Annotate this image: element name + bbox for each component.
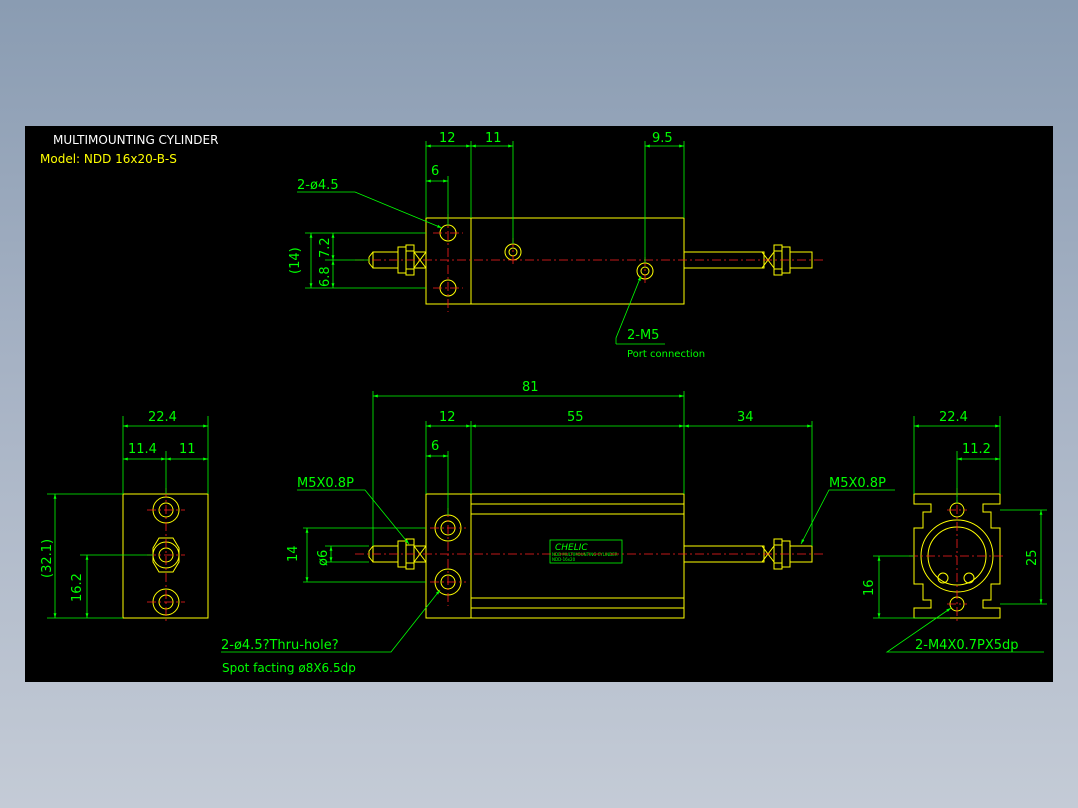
- thread-callout-left: M5X0.8P: [297, 476, 354, 491]
- dim-top-14: (14): [288, 247, 303, 274]
- left-end-view: 22.4 11.4 11 (32.1) 16.2: [40, 410, 209, 624]
- dim-front-81: 81: [522, 380, 539, 395]
- drawing-title: MULTIMOUNTING CYLINDER: [53, 133, 218, 147]
- dim-right-16: 16: [862, 579, 877, 596]
- dim-front-6: 6: [431, 439, 439, 454]
- front-view: CHELIC NDD MULTIMOUNTING CYLINDER NDD-16…: [221, 380, 895, 675]
- dim-top-6-8: 6.8: [318, 266, 333, 287]
- dim-right-22-4: 22.4: [939, 410, 968, 425]
- dim-front-12: 12: [439, 410, 456, 425]
- dim-top-6: 6: [431, 164, 439, 179]
- dim-front-phi6: ø6: [316, 550, 331, 566]
- dim-right-11-2: 11.2: [962, 442, 991, 457]
- port-callout: 2-M5: [627, 328, 659, 343]
- spot-facing-note: Spot facting ø8X6.5dp: [222, 661, 356, 675]
- dim-top-12: 12: [439, 131, 456, 146]
- top-hole-callout: 2-ø4.5: [297, 178, 339, 193]
- thread-callout-right: M5X0.8P: [829, 476, 886, 491]
- dim-left-16-2: 16.2: [70, 573, 85, 602]
- tap-callout: 2-M4X0.7PX5dp: [915, 638, 1019, 653]
- dim-top-9-5: 9.5: [652, 131, 673, 146]
- dim-top-7-2: 7.2: [318, 237, 333, 258]
- dim-top-11: 11: [485, 131, 502, 146]
- dim-left-22-4: 22.4: [148, 410, 177, 425]
- model-number: Model: NDD 16x20-B-S: [40, 152, 177, 166]
- dim-right-25: 25: [1025, 549, 1040, 566]
- dim-left-11-4: 11.4: [128, 442, 157, 457]
- dim-left-11: 11: [179, 442, 196, 457]
- cylinder-drawing: MULTIMOUNTING CYLINDER Model: NDD 16x20-…: [40, 131, 1047, 675]
- dim-front-55: 55: [567, 410, 584, 425]
- top-view: 12 11 9.5 6 (14) 7.2 6.8 2-ø4.5 2-M5 Por…: [288, 131, 825, 360]
- cad-viewport[interactable]: MULTIMOUNTING CYLINDER Model: NDD 16x20-…: [25, 126, 1053, 682]
- port-note: Port connection: [627, 349, 705, 360]
- dim-front-14: 14: [286, 545, 301, 562]
- left-end-face: [122, 493, 209, 619]
- right-end-view: 22.4 11.2 25 16 2-M4X0.7PX5dp: [862, 410, 1047, 653]
- front-hole-callout: 2-ø4.5?Thru-hole?: [221, 638, 339, 653]
- dim-front-34: 34: [737, 410, 754, 425]
- dim-left-32-1: (32.1): [40, 539, 55, 578]
- brand-line-2: NDD-16x20: [552, 557, 576, 562]
